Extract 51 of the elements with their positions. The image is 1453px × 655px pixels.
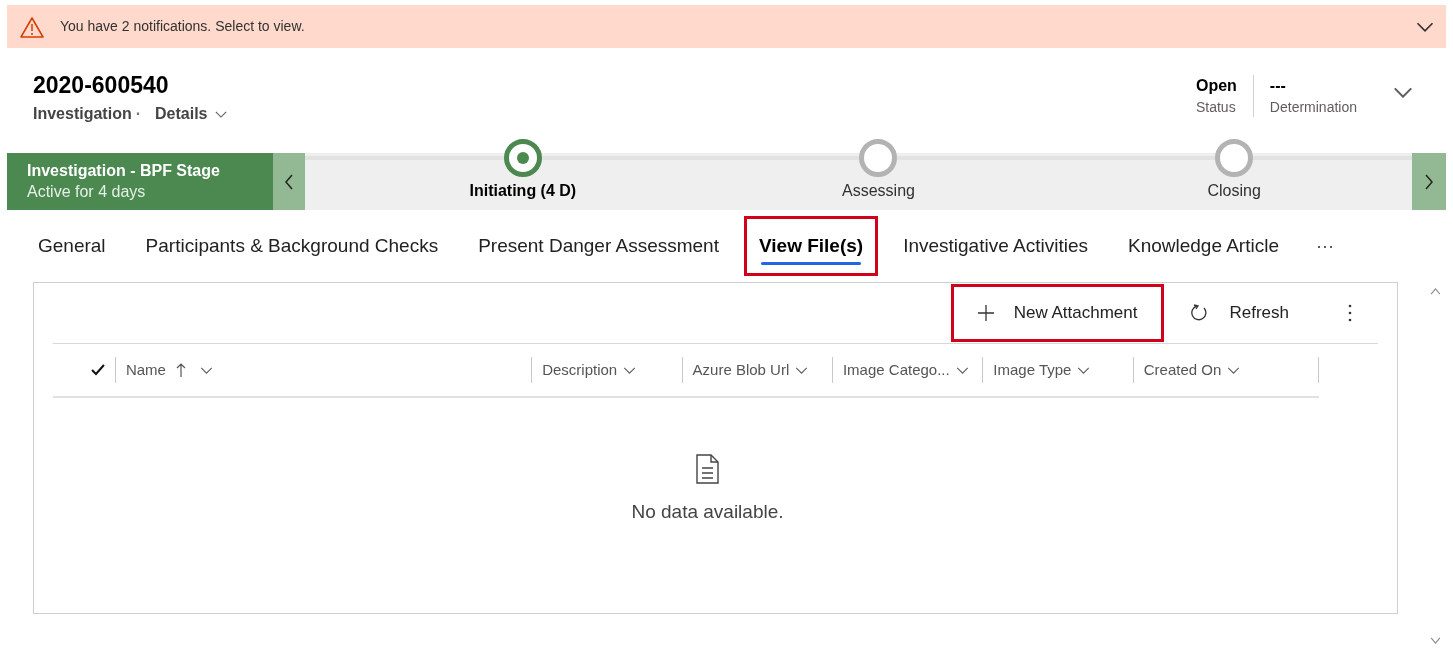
tab[interactable]: Knowledge Article [1112, 216, 1294, 276]
command-button[interactable]: New Attachment [950, 284, 1165, 342]
stage-label[interactable]: Initiating (4 D) [469, 179, 577, 203]
tab[interactable]: View File(s) [743, 216, 879, 276]
empty-message: No data available. [631, 500, 784, 524]
column-header[interactable]: Azure Blob Url [681, 357, 832, 383]
more-options-icon[interactable] [1348, 304, 1352, 322]
column-header[interactable]: Description [531, 357, 682, 383]
plus-icon [977, 305, 994, 321]
warning-icon [20, 15, 44, 38]
more-tabs-button[interactable]: ··· [1316, 232, 1334, 260]
chevron-left-icon [285, 173, 293, 190]
document-icon [696, 454, 719, 484]
chevron-down-icon [1077, 366, 1091, 374]
field-value: --- [1269, 76, 1287, 96]
process-stage-panel[interactable]: Investigation - BPF Stage Active for 4 days [7, 153, 273, 210]
check-icon[interactable] [91, 364, 105, 376]
field-label: Determination [1269, 98, 1357, 117]
chevron-down-icon [199, 366, 213, 374]
command-button[interactable]: Refresh [1164, 284, 1316, 342]
field-label: Status [1195, 98, 1237, 117]
tab[interactable]: General [23, 216, 121, 276]
chevron-down-icon [623, 366, 637, 374]
entity-name: Investigation [33, 104, 132, 124]
tab[interactable]: Present Danger Assessment [463, 216, 734, 276]
chevron-down-icon [795, 366, 809, 374]
stage-label[interactable]: Assessing [842, 179, 915, 203]
separator-dot: · [135, 104, 141, 124]
process-duration: Active for 4 days [27, 181, 147, 202]
chevron-down-icon[interactable] [1393, 87, 1413, 98]
chevron-down-icon [1227, 366, 1241, 374]
record-title: 2020-600540 [33, 71, 170, 100]
chevron-right-icon [1425, 173, 1433, 190]
process-name: Investigation - BPF Stage [27, 160, 221, 181]
chevron-down-icon [955, 366, 969, 374]
chevron-down-icon [215, 110, 228, 118]
column-header[interactable]: Image Type [982, 357, 1133, 383]
column-header[interactable]: Created On [1132, 357, 1319, 383]
chevron-down-icon[interactable] [1416, 21, 1434, 32]
column-header[interactable]: Image Catego... [831, 357, 983, 383]
field-value: Open [1195, 76, 1237, 96]
notification-text: You have 2 notifications. Select to view. [60, 17, 305, 36]
form-selector[interactable]: Details [155, 102, 228, 126]
scroll-down-icon[interactable] [1429, 637, 1441, 644]
notification-bar[interactable]: You have 2 notifications. Select to view. [7, 5, 1446, 48]
column-header[interactable]: Name [114, 357, 532, 383]
scroll-up-icon[interactable] [1429, 288, 1441, 295]
sort-up-arrow-icon [175, 362, 186, 378]
tab[interactable]: Investigative Activities [888, 216, 1103, 276]
stage-label[interactable]: Closing [1207, 179, 1261, 203]
tab[interactable]: Participants & Background Checks [130, 216, 454, 276]
